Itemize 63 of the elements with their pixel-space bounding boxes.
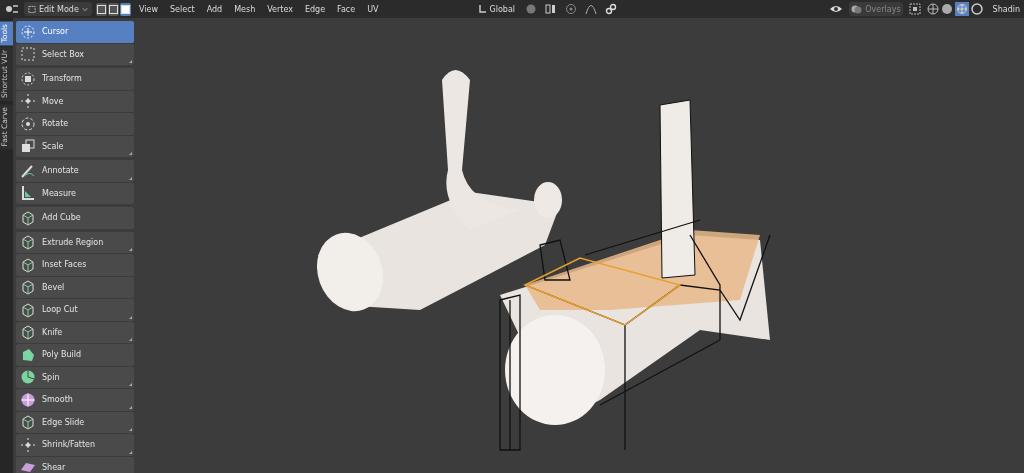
link-icon[interactable]	[605, 3, 618, 15]
select-mode-button[interactable]	[108, 2, 119, 16]
tool-button[interactable]: Edge Slide	[16, 411, 134, 433]
cube-icon	[20, 279, 36, 296]
tool-button[interactable]: Add Cube	[16, 207, 134, 229]
transform-icon	[20, 70, 36, 87]
cursor-icon	[20, 23, 36, 40]
tool-button[interactable]: Cursor	[16, 21, 134, 43]
orientation-dropdown[interactable]: Global	[474, 4, 518, 14]
tool-button[interactable]: Inset Faces	[16, 254, 134, 276]
select-mode-button[interactable]	[120, 2, 131, 16]
ruler-icon	[20, 185, 36, 202]
tool-button[interactable]: Poly Build	[16, 344, 134, 366]
tool-button[interactable]: Transform	[16, 68, 134, 90]
tool-button[interactable]: Knife	[16, 321, 134, 343]
dashed-square-icon	[28, 4, 36, 14]
tool-button[interactable]: Loop Cut	[16, 299, 134, 321]
spin-icon	[20, 369, 36, 386]
material-shading-icon[interactable]	[954, 2, 969, 16]
dashed-square-icon	[20, 46, 36, 63]
shading-menu[interactable]: Shadin	[988, 4, 1020, 14]
tool-button[interactable]: Bevel	[16, 276, 134, 298]
cube-icon	[20, 301, 36, 318]
falloff-curve-icon[interactable]	[585, 3, 598, 15]
four-arrows-icon	[20, 93, 36, 110]
tool-button[interactable]: Extrude Region	[16, 231, 134, 253]
sphere-icon	[20, 391, 36, 408]
overlapping-circles-icon	[851, 3, 863, 15]
scale-icon	[20, 138, 36, 155]
rendered-shading-icon[interactable]	[970, 3, 983, 15]
cube-icon	[20, 324, 36, 341]
menu-item[interactable]: Edge	[300, 4, 330, 14]
menu-item[interactable]: Add	[202, 4, 227, 14]
cube-icon	[20, 414, 36, 431]
mode-dropdown[interactable]: Edit Mode	[24, 2, 92, 16]
tool-button[interactable]: Annotate	[16, 160, 134, 182]
menu-item[interactable]: Vertex	[263, 4, 297, 14]
menu-item[interactable]: UV	[363, 4, 383, 14]
tool-button[interactable]: Measure	[16, 182, 134, 204]
wireframe-shading-icon[interactable]	[926, 3, 939, 15]
cube-icon	[20, 234, 36, 251]
tool-button[interactable]: Select Box	[16, 43, 134, 65]
tool-button[interactable]: Rotate	[16, 113, 134, 135]
rotate-icon	[20, 115, 36, 132]
chevron-down-icon	[81, 6, 88, 12]
tool-button[interactable]: Smooth	[16, 389, 134, 411]
menu-item[interactable]: Face	[333, 4, 360, 14]
tool-button[interactable]: Shrink/Fatten	[16, 434, 134, 456]
polygon-icon	[20, 346, 36, 363]
cube-icon	[20, 209, 36, 226]
menu-item[interactable]: Mesh	[230, 4, 260, 14]
menu-item[interactable]: View	[135, 4, 162, 14]
axes-icon	[476, 4, 487, 14]
select-mode-button[interactable]	[96, 2, 107, 16]
tool-button[interactable]: Shear	[16, 456, 134, 473]
menu-item[interactable]: Select	[166, 4, 199, 14]
eye-icon[interactable]	[829, 3, 844, 15]
tool-button[interactable]: Spin	[16, 366, 134, 388]
cube-icon	[20, 256, 36, 273]
tool-button[interactable]: Scale	[16, 135, 134, 157]
four-arrows-icon	[20, 436, 36, 453]
tool-button[interactable]: Move	[16, 90, 134, 112]
solid-shading-icon[interactable]	[940, 3, 953, 15]
